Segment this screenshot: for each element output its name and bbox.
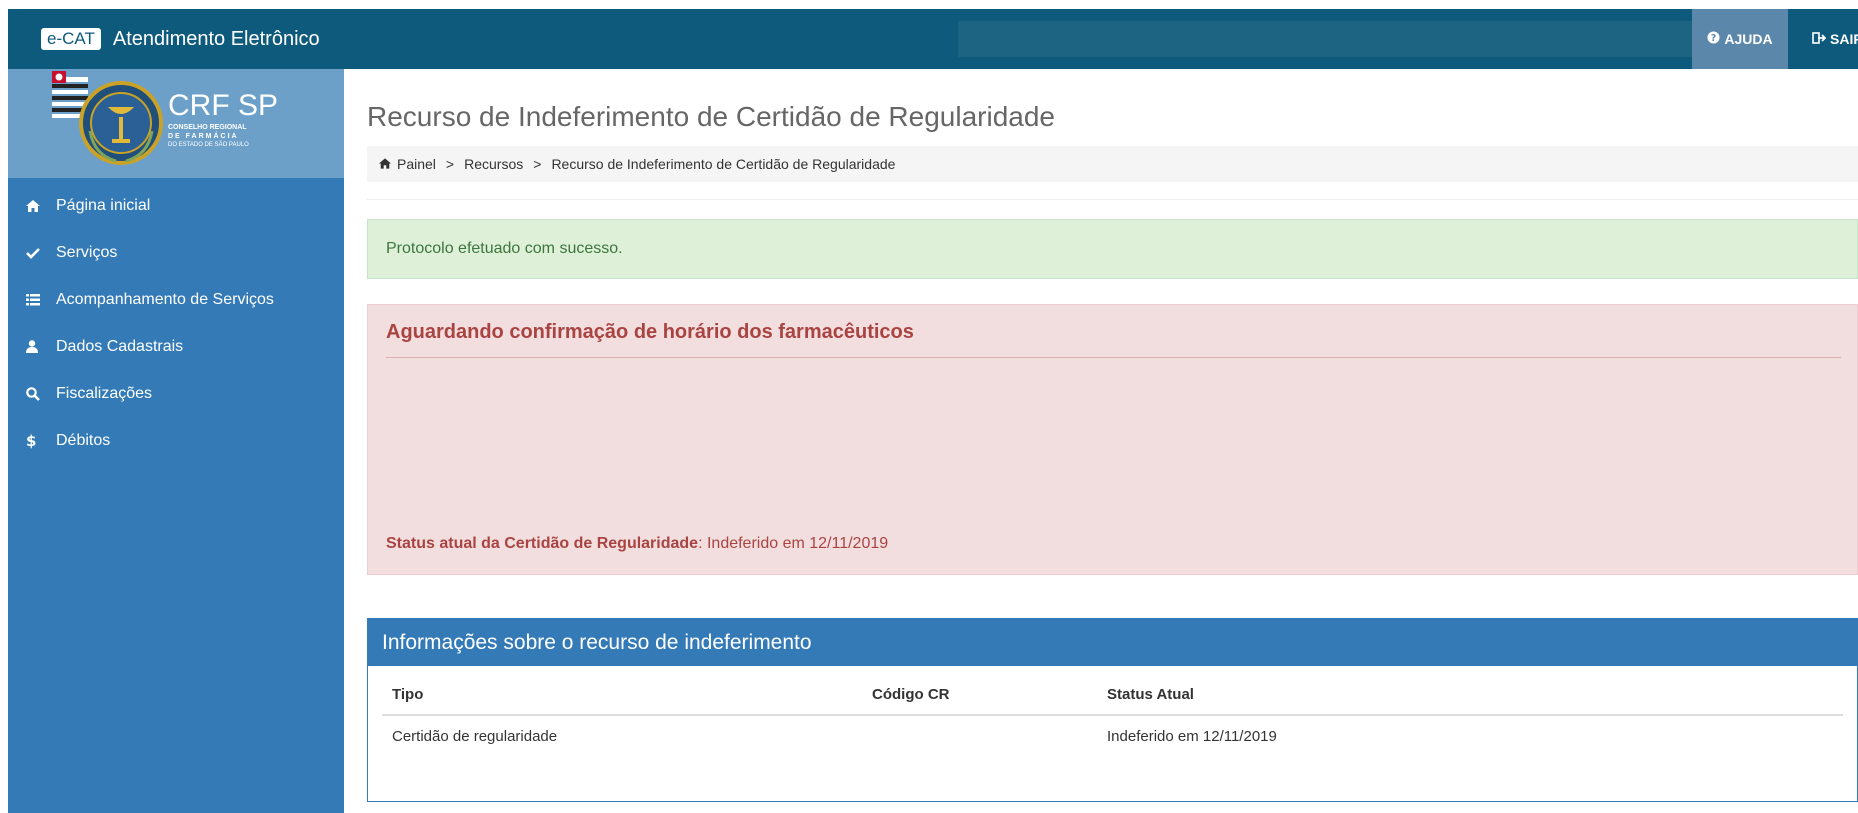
sidebar-item-label: Página inicial bbox=[56, 196, 151, 214]
breadcrumb-separator: > bbox=[533, 156, 542, 172]
sidebar: CRF SP CONSELHO REGIONAL DE FARMÁCIA DO … bbox=[8, 69, 344, 813]
sidebar-item-label: Serviços bbox=[56, 243, 118, 261]
info-table: Tipo Código CR Status Atual Certidão de … bbox=[382, 675, 1843, 757]
cell-tipo: Certidão de regularidade bbox=[392, 728, 558, 745]
breadcrumb-current: Recurso de Indeferimento de Certidão de … bbox=[551, 156, 896, 172]
divider bbox=[367, 199, 1858, 200]
search-icon bbox=[26, 386, 56, 401]
user-icon bbox=[26, 340, 56, 353]
cell-status: Indeferido em 12/11/2019 bbox=[1107, 728, 1277, 745]
top-strip bbox=[0, 0, 1858, 9]
main-content: Recurso de Indeferimento de Certidão de … bbox=[344, 69, 1858, 813]
breadcrumb: Painel > Recursos > Recurso de Indeferim… bbox=[367, 146, 1858, 182]
success-alert: Protocolo efetuado com sucesso. bbox=[367, 219, 1858, 279]
logo-sub3-text: DO ESTADO DE SÃO PAULO bbox=[168, 141, 249, 148]
sign-out-icon bbox=[1812, 31, 1827, 47]
table-header-row: Tipo Código CR Status Atual bbox=[382, 675, 1843, 716]
panel-title: Informações sobre o recurso de indeferim… bbox=[368, 619, 1857, 666]
brand[interactable]: e-CAT Atendimento Eletrônico bbox=[8, 9, 343, 69]
seal-graphic bbox=[79, 81, 163, 165]
logout-button[interactable]: SAIR bbox=[1798, 9, 1858, 69]
crf-sp-logo[interactable]: CRF SP CONSELHO REGIONAL DE FARMÁCIA DO … bbox=[8, 69, 344, 178]
column-header-status: Status Atual bbox=[1097, 675, 1843, 716]
list-icon bbox=[26, 293, 56, 306]
breadcrumb-recursos[interactable]: Recursos bbox=[464, 156, 523, 172]
logout-label: SAIR bbox=[1830, 31, 1858, 47]
top-search-bar[interactable] bbox=[958, 21, 1700, 57]
status-value: : Indeferido em 12/11/2019 bbox=[698, 535, 889, 552]
sidebar-item-label: Dados Cadastrais bbox=[56, 337, 184, 355]
alert-title: Aguardando confirmação de horário dos fa… bbox=[386, 321, 914, 343]
sidebar-item-debitos[interactable]: $ Débitos bbox=[8, 417, 344, 464]
sidebar-nav: Página inicial Serviços Acompanhamento d… bbox=[8, 178, 344, 464]
sidebar-item-dados-cadastrais[interactable]: Dados Cadastrais bbox=[8, 323, 344, 370]
home-icon bbox=[379, 156, 391, 172]
column-header-tipo: Tipo bbox=[382, 675, 862, 716]
sidebar-item-acompanhamento[interactable]: Acompanhamento de Serviços bbox=[8, 276, 344, 323]
check-icon bbox=[26, 247, 56, 259]
sidebar-item-servicos[interactable]: Serviços bbox=[8, 229, 344, 276]
sidebar-item-label: Fiscalizações bbox=[56, 384, 153, 402]
table-row: Certidão de regularidade Indeferido em 1… bbox=[382, 715, 1843, 757]
question-circle-icon: ? bbox=[1707, 31, 1720, 47]
brand-title: Atendimento Eletrônico bbox=[112, 27, 320, 50]
logo-name-text: CRF SP bbox=[168, 89, 278, 122]
logo-sub2-text: DE FARMÁCIA bbox=[168, 131, 239, 140]
help-button[interactable]: ? AJUDA bbox=[1692, 9, 1788, 69]
help-label: AJUDA bbox=[1724, 31, 1773, 47]
logo-sub1-text: CONSELHO REGIONAL bbox=[168, 124, 247, 131]
cell-codigo-cr bbox=[862, 715, 1097, 757]
sidebar-item-pagina-inicial[interactable]: Página inicial bbox=[8, 182, 344, 229]
column-header-codigo-cr: Código CR bbox=[862, 675, 1097, 716]
page-title: Recurso de Indeferimento de Certidão de … bbox=[367, 101, 1055, 132]
breadcrumb-separator: > bbox=[445, 156, 455, 172]
info-panel: Informações sobre o recurso de indeferim… bbox=[367, 618, 1858, 802]
brand-badge: e-CAT bbox=[41, 28, 101, 50]
breadcrumb-painel[interactable]: Painel bbox=[397, 156, 436, 172]
success-message: Protocolo efetuado com sucesso. bbox=[386, 240, 623, 257]
certificate-status: Status atual da Certidão de Regularidade… bbox=[386, 535, 888, 553]
status-alert: Aguardando confirmação de horário dos fa… bbox=[367, 304, 1858, 575]
home-icon bbox=[26, 199, 56, 212]
sidebar-item-label: Débitos bbox=[56, 431, 111, 449]
alert-divider bbox=[386, 357, 1841, 358]
sidebar-item-label: Acompanhamento de Serviços bbox=[56, 290, 274, 308]
sidebar-item-fiscalizacoes[interactable]: Fiscalizações bbox=[8, 370, 344, 417]
top-navbar: e-CAT Atendimento Eletrônico ? AJUDA SAI… bbox=[8, 9, 1858, 69]
svg-text:?: ? bbox=[1711, 33, 1716, 44]
dollar-icon: $ bbox=[26, 431, 37, 450]
status-label: Status atual da Certidão de Regularidade bbox=[386, 535, 699, 552]
